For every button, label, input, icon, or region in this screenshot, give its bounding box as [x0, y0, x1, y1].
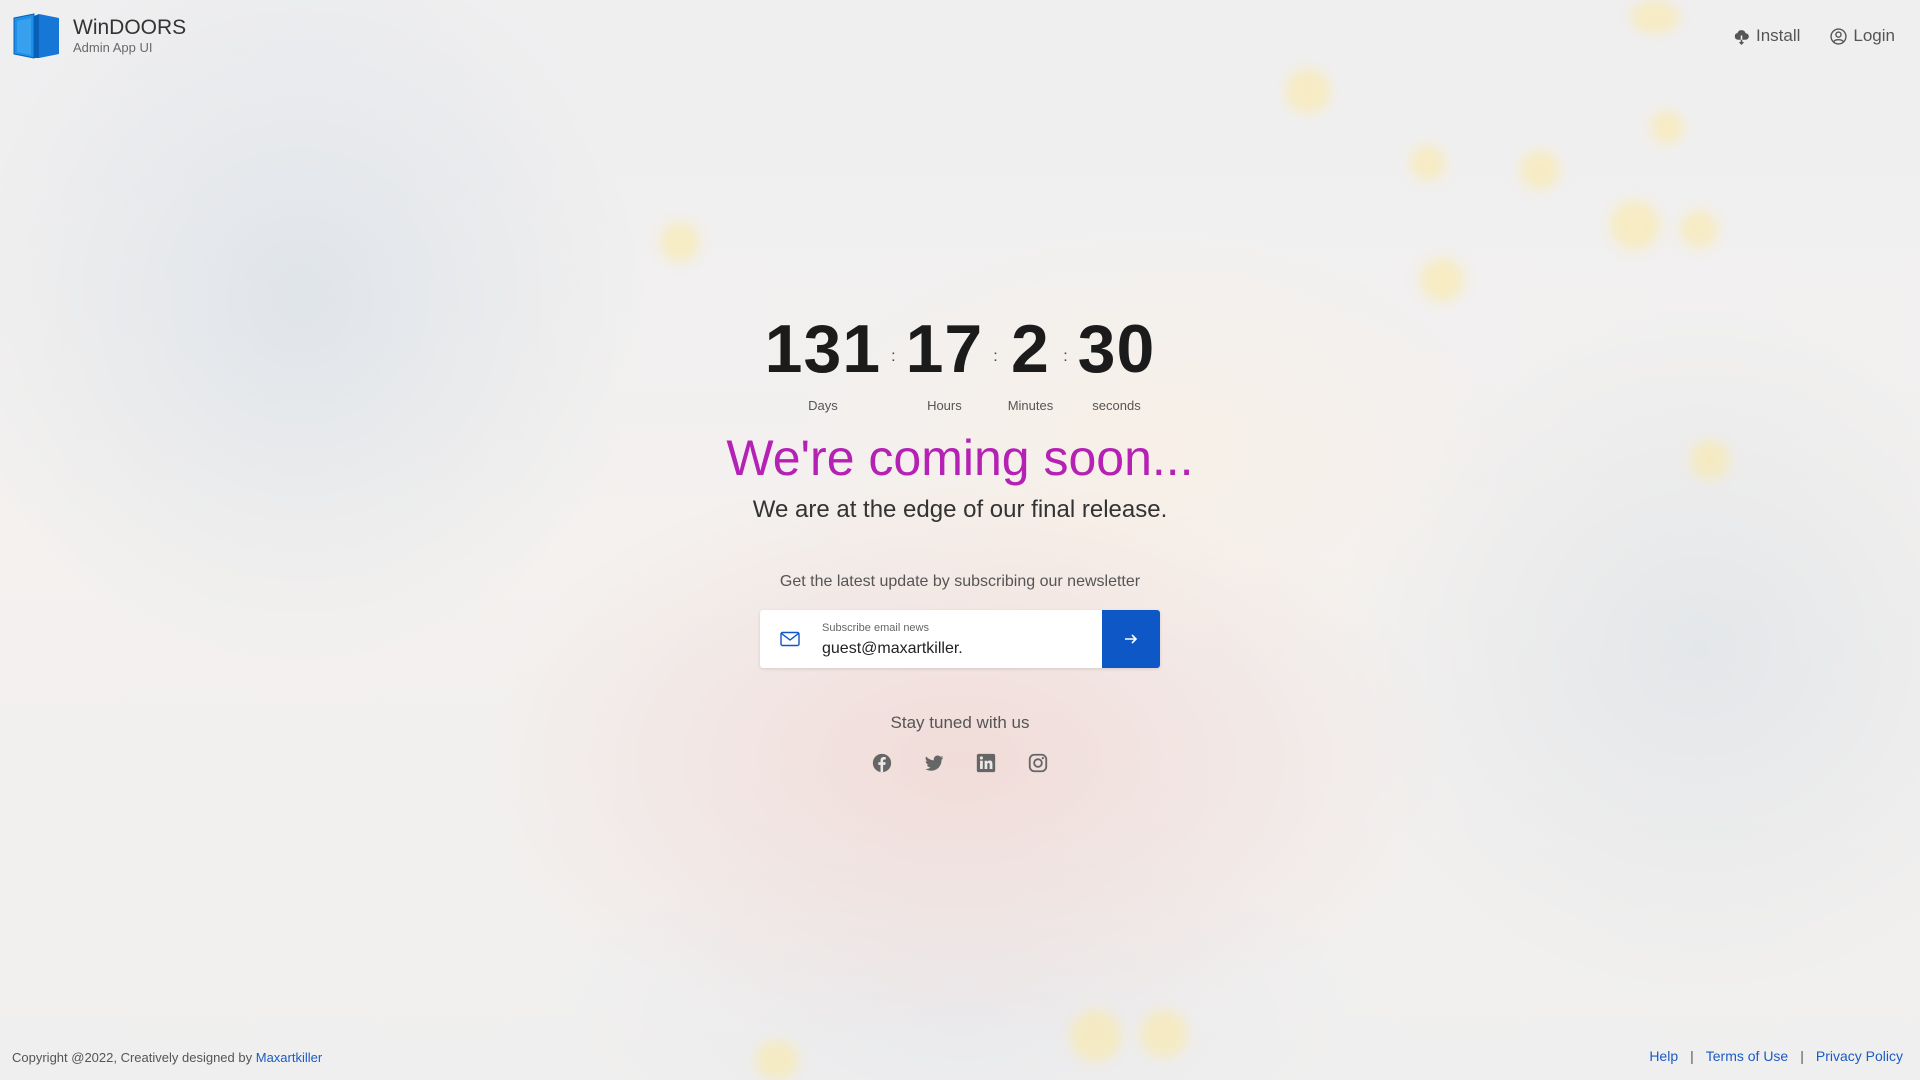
- seconds-label: seconds: [1092, 398, 1141, 413]
- windoors-logo-icon: [13, 13, 59, 59]
- install-label: Install: [1755, 26, 1801, 45]
- social-links: [0, 752, 1920, 774]
- footer-links: Help | Terms of Use | Privacy Policy: [1649, 1048, 1903, 1064]
- subscribe-button[interactable]: [1102, 610, 1160, 668]
- countdown-seconds: 30 seconds: [1078, 312, 1156, 413]
- linkedin-icon[interactable]: [975, 752, 997, 774]
- newsletter-text: Get the latest update by subscribing our…: [779, 573, 1141, 590]
- facebook-icon[interactable]: [871, 752, 893, 774]
- subheadline: We are at the edge of our final release.: [752, 496, 1168, 523]
- arrow-right-icon: [1125, 634, 1138, 644]
- headline: We're coming soon...: [726, 430, 1194, 486]
- email-field: Subscribe email news: [820, 610, 1102, 668]
- background-veil: [0, 0, 1920, 1080]
- countdown-minutes: 2 Minutes: [1008, 312, 1054, 413]
- terms-link[interactable]: Terms of Use: [1706, 1048, 1788, 1064]
- background: [0, 0, 1920, 1080]
- email-input[interactable]: [822, 639, 1092, 658]
- copyright-text: Copyright @2022, Creatively designed by: [12, 1050, 253, 1065]
- countdown-separator: :: [993, 348, 998, 365]
- hours-value: 17: [905, 311, 984, 387]
- brand-name: WinDOORS: [73, 16, 187, 39]
- days-label: Days: [808, 398, 838, 413]
- countdown-hours: 17 Hours: [906, 312, 984, 413]
- minutes-value: 2: [1011, 311, 1050, 387]
- footer-divider: |: [1800, 1048, 1804, 1064]
- subscribe-form: Subscribe email news: [760, 610, 1160, 668]
- hours-label: Hours: [927, 398, 962, 413]
- user-circle-icon: [1830, 27, 1848, 45]
- countdown-separator: :: [891, 348, 896, 365]
- envelope-icon: [760, 610, 820, 668]
- author-link[interactable]: Maxartkiller: [256, 1050, 322, 1065]
- help-link[interactable]: Help: [1649, 1048, 1678, 1064]
- countdown: 131 Days : 17 Hours : 2 Minutes : 30 sec…: [0, 312, 1920, 413]
- countdown-days: 131 Days: [765, 312, 881, 413]
- top-nav: Install Login: [1733, 26, 1895, 46]
- stay-tuned-text: Stay tuned with us: [890, 713, 1030, 732]
- seconds-value: 30: [1077, 311, 1156, 387]
- brand[interactable]: WinDOORS Admin App UI: [12, 12, 186, 60]
- days-value: 131: [764, 311, 882, 387]
- install-link[interactable]: Install: [1733, 26, 1800, 46]
- twitter-icon[interactable]: [923, 752, 945, 774]
- brand-subtitle: Admin App UI: [73, 40, 153, 55]
- footer-divider: |: [1690, 1048, 1694, 1064]
- minutes-label: Minutes: [1007, 398, 1054, 413]
- login-label: Login: [1853, 26, 1895, 45]
- cloud-download-icon: [1734, 29, 1749, 45]
- instagram-icon[interactable]: [1027, 752, 1049, 774]
- privacy-link[interactable]: Privacy Policy: [1816, 1048, 1903, 1064]
- email-field-label: Subscribe email news: [822, 621, 929, 634]
- login-link[interactable]: Login: [1830, 26, 1895, 46]
- countdown-separator: :: [1063, 348, 1068, 365]
- copyright: Copyright @2022, Creatively designed by …: [12, 1050, 322, 1065]
